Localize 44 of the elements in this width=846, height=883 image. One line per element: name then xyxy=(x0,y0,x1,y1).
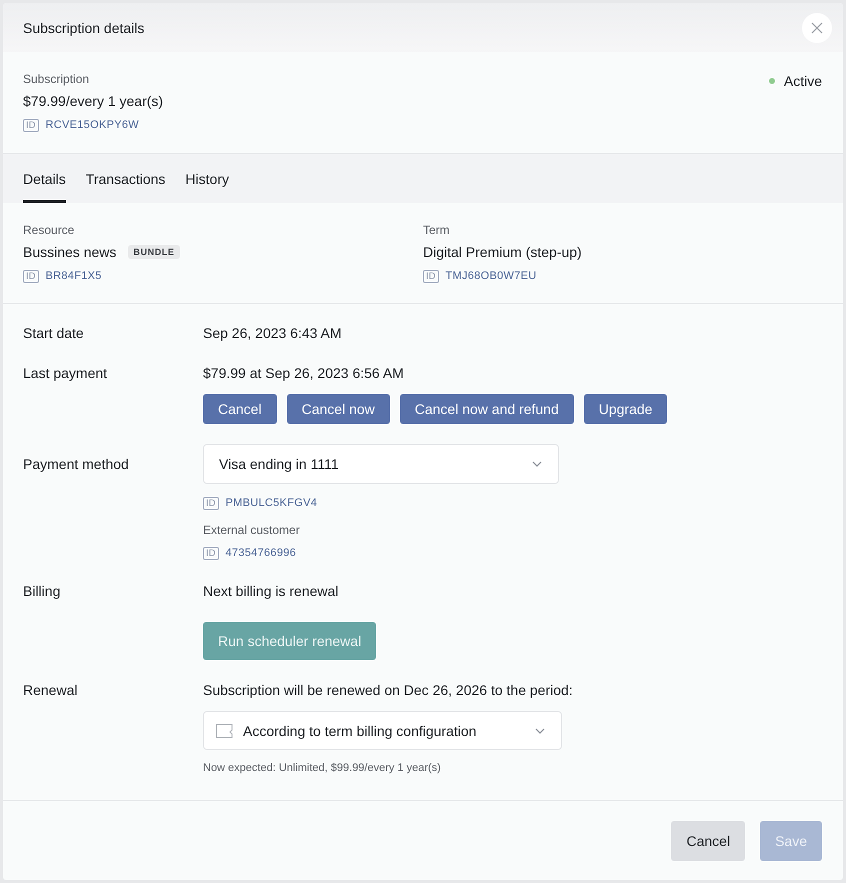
id-link[interactable]: 47354766996 xyxy=(226,545,296,561)
id-link[interactable]: TMJ68OB0W7EU xyxy=(446,268,537,284)
tab[interactable]: History xyxy=(185,154,229,203)
row-value: Subscription will be renewed on Dec 26, 2026 to the period: xyxy=(203,681,574,700)
id-link[interactable]: RCVE15OKPY6W xyxy=(46,117,139,133)
action-button[interactable]: Cancel xyxy=(203,394,277,424)
hint-text: Now expected: Unlimited, $99.99/every 1 year(s) xyxy=(203,761,442,776)
row-label: Last payment xyxy=(23,364,108,383)
field-label: External customer xyxy=(203,522,301,538)
id-tag: ID xyxy=(423,270,438,282)
row-label: Payment method xyxy=(23,455,130,474)
field-value: Bussines news xyxy=(23,243,116,262)
field-label: Term xyxy=(423,222,451,238)
action-button[interactable]: Cancel now and refund xyxy=(400,394,574,424)
field-label: Subscription xyxy=(23,71,90,87)
tab[interactable]: Transactions xyxy=(86,154,166,203)
id-tag: ID xyxy=(203,496,218,510)
select-field[interactable]: Visa ending in 1111 xyxy=(203,444,559,484)
action-button[interactable]: Upgrade xyxy=(584,394,668,424)
subscription-price: $79.99/every 1 year(s) xyxy=(23,92,164,111)
id-link[interactable]: PMBULC5KFGV4 xyxy=(226,495,318,511)
field-label: Resource xyxy=(23,222,76,238)
row-label: Renewal xyxy=(23,681,78,700)
row-value: $79.99 at Sep 26, 2023 6:56 AM xyxy=(203,364,405,383)
tab[interactable]: Details xyxy=(23,154,66,203)
row-value: Sep 26, 2023 6:43 AM xyxy=(203,324,343,343)
action-button[interactable]: Cancel now xyxy=(286,394,390,424)
bundle-badge: BUNDLE xyxy=(128,245,180,259)
close-button[interactable] xyxy=(802,12,832,42)
id-tag: ID xyxy=(203,546,218,560)
row-label: Billing xyxy=(23,582,62,601)
dialog-title: Subscription details xyxy=(23,18,144,38)
row-label: Start date xyxy=(23,324,85,343)
chevron-down-icon xyxy=(535,728,545,734)
id-tag: ID xyxy=(23,270,38,282)
field-value: Digital Premium (step-up) xyxy=(423,243,582,262)
close-icon xyxy=(811,22,823,34)
chevron-down-icon xyxy=(532,461,542,467)
select-field[interactable]: According to term billing configuration xyxy=(203,711,562,750)
row-value: Next billing is renewal xyxy=(203,582,340,601)
status-label: Active xyxy=(784,72,822,91)
id-link[interactable]: BR84F1X5 xyxy=(46,268,102,284)
id-tag: ID xyxy=(23,118,38,132)
cancel-button[interactable]: Cancel xyxy=(671,820,746,860)
